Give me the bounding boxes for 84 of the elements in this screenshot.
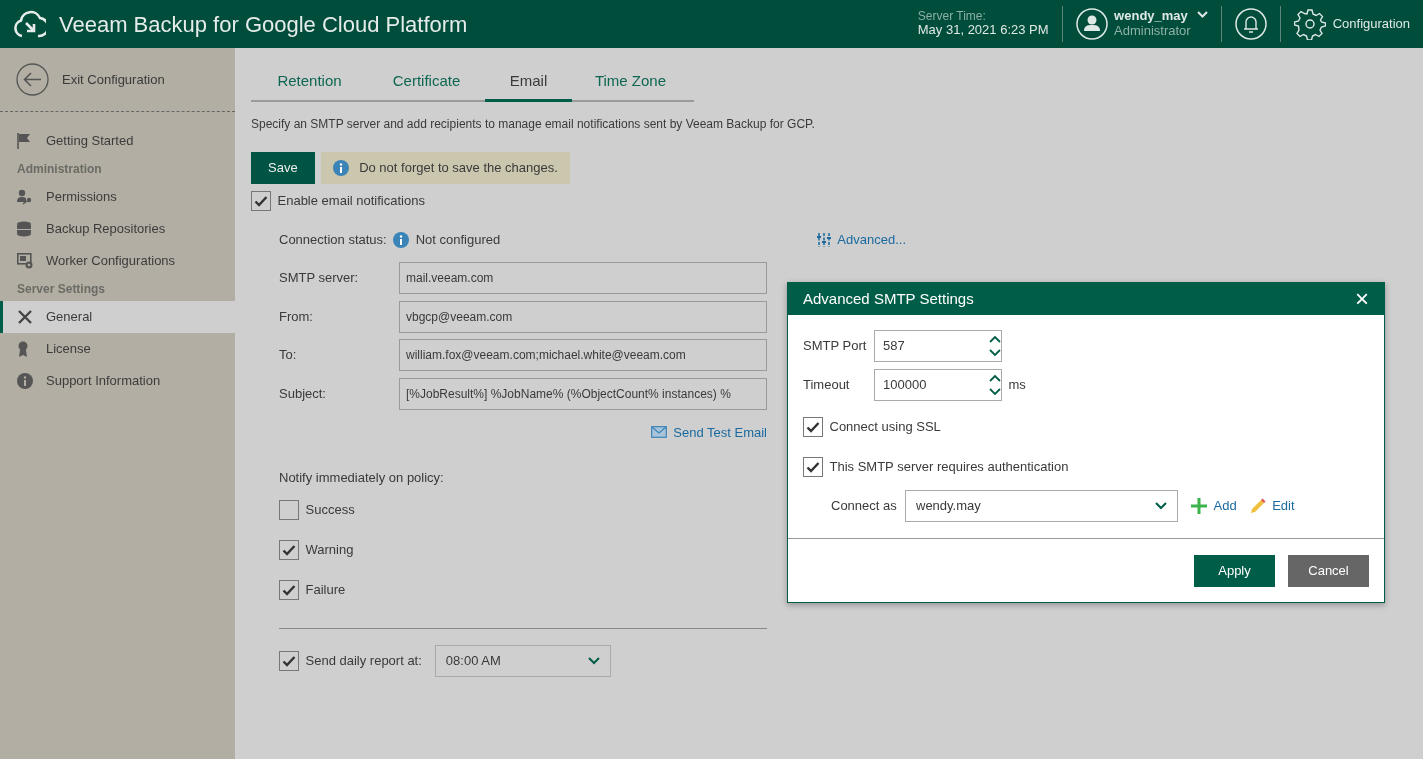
- spinner-arrows-icon[interactable]: [989, 372, 1001, 397]
- close-button[interactable]: ×: [1355, 287, 1369, 311]
- sliders-icon: [816, 232, 831, 247]
- sidebar-item[interactable]: Worker Configurations: [0, 245, 235, 277]
- chevron-down-icon[interactable]: [1197, 11, 1209, 20]
- checkbox-label: Send daily report at:: [305, 651, 422, 670]
- timeout-spinner[interactable]: 100000: [874, 368, 1002, 401]
- checkbox-label: This SMTP server requires authentication: [829, 457, 1069, 476]
- enable-checkbox[interactable]: [251, 190, 271, 211]
- info-icon: [17, 373, 33, 389]
- checkbox-label: Connect using SSL: [829, 417, 941, 436]
- field-label: To:: [279, 346, 298, 365]
- checkbox-label: Failure: [305, 580, 346, 599]
- user-key-icon: [17, 189, 33, 205]
- input-field[interactable]: [%JobResult%] %JobName% (%ObjectCount% instances) %: [399, 377, 767, 410]
- checkbox[interactable]: [803, 416, 823, 437]
- field-label: SMTP server:: [279, 269, 360, 288]
- bell-icon[interactable]: [1235, 8, 1268, 40]
- exit-configuration-link[interactable]: Exit Configuration: [62, 69, 165, 90]
- plus-icon: [1191, 497, 1207, 514]
- user-name[interactable]: wendy_may: [1114, 9, 1191, 24]
- settings-icon[interactable]: [1294, 8, 1327, 40]
- checkbox[interactable]: [279, 579, 299, 600]
- notice-text: Do not forget to save the changes.: [359, 159, 558, 178]
- checkbox[interactable]: [279, 539, 299, 560]
- notify-label: Notify immediately on policy:: [279, 470, 444, 485]
- envelope-icon: [650, 426, 667, 439]
- time-dropdown[interactable]: 08:00 AM: [434, 644, 611, 677]
- send-test-email-link[interactable]: Send Test Email: [650, 422, 767, 442]
- advanced-link[interactable]: Advanced...: [816, 229, 906, 250]
- edit-link[interactable]: Edit: [1249, 495, 1295, 516]
- field-label: SMTP Port: [803, 337, 868, 356]
- server-time: May 31, 2021 6:23 PM: [917, 23, 1049, 39]
- info-icon: [393, 231, 410, 248]
- checkbox-label: Warning: [305, 540, 354, 559]
- chevron-down-icon: [1155, 501, 1167, 510]
- unit-label: ms: [1008, 375, 1026, 394]
- cancel-button[interactable]: Cancel: [1288, 554, 1369, 587]
- chevron-down-icon: [587, 656, 600, 665]
- sidebar-item[interactable]: Permissions: [0, 181, 235, 213]
- apply-button[interactable]: Apply: [1194, 554, 1275, 587]
- sidebar-item[interactable]: Getting Started: [0, 125, 235, 157]
- input-field[interactable]: vbgcp@veeam.com: [399, 300, 767, 333]
- configuration-link[interactable]: Configuration: [1332, 14, 1410, 34]
- input-field[interactable]: mail.veeam.com: [399, 262, 767, 294]
- checkbox[interactable]: [279, 650, 299, 671]
- checkbox[interactable]: [279, 499, 299, 520]
- field-label: Connect as: [831, 496, 898, 515]
- connection-status-value: Not configured: [415, 230, 501, 249]
- sidebar-section-label: Administration: [17, 161, 102, 178]
- tab[interactable]: Email: [485, 70, 572, 102]
- sidebar-item[interactable]: Support Information: [0, 365, 235, 397]
- input-field[interactable]: william.fox@veeam.com;michael.white@veeam.com: [399, 339, 767, 371]
- save-button[interactable]: Save: [251, 152, 315, 184]
- tab[interactable]: Time Zone: [572, 70, 689, 102]
- user-role: Administrator: [1114, 24, 1191, 39]
- sidebar-item[interactable]: Backup Repositories: [0, 213, 235, 245]
- server-time-label: Server Time:: [917, 9, 987, 24]
- account-dropdown[interactable]: wendy.may: [905, 489, 1178, 522]
- pencil-icon: [1249, 497, 1266, 514]
- sidebar-section-label: Server Settings: [17, 281, 106, 298]
- info-icon: [333, 160, 350, 176]
- app-title: Veeam Backup for Google Cloud Platform: [59, 10, 468, 39]
- add-link[interactable]: Add: [1191, 495, 1237, 516]
- tab[interactable]: Retention: [251, 70, 368, 102]
- tab[interactable]: Certificate: [368, 70, 485, 102]
- monitor-gear-icon: [17, 253, 33, 269]
- dialog-title: Advanced SMTP Settings: [803, 288, 974, 309]
- connection-status-label: Connection status:: [279, 230, 387, 249]
- award-icon: [17, 341, 29, 357]
- field-label: Subject:: [279, 384, 327, 403]
- sidebar-item[interactable]: License: [0, 333, 235, 365]
- sidebar-item[interactable]: General: [0, 301, 235, 333]
- database-icon: [17, 221, 31, 237]
- checkbox-label: Success: [305, 500, 355, 519]
- flag-icon: [17, 133, 31, 149]
- checkbox-label: Enable email notifications: [277, 191, 425, 210]
- checkbox[interactable]: [803, 456, 823, 477]
- port-spinner[interactable]: 587: [874, 330, 1002, 362]
- description-text: Specify an SMTP server and add recipients to manage email notifications sent by Veeam Backup for GCP.: [251, 116, 815, 131]
- field-label: From:: [279, 307, 314, 326]
- avatar-icon[interactable]: [1075, 8, 1108, 40]
- spinner-arrows-icon[interactable]: [989, 334, 1001, 358]
- field-label: Timeout: [803, 375, 851, 394]
